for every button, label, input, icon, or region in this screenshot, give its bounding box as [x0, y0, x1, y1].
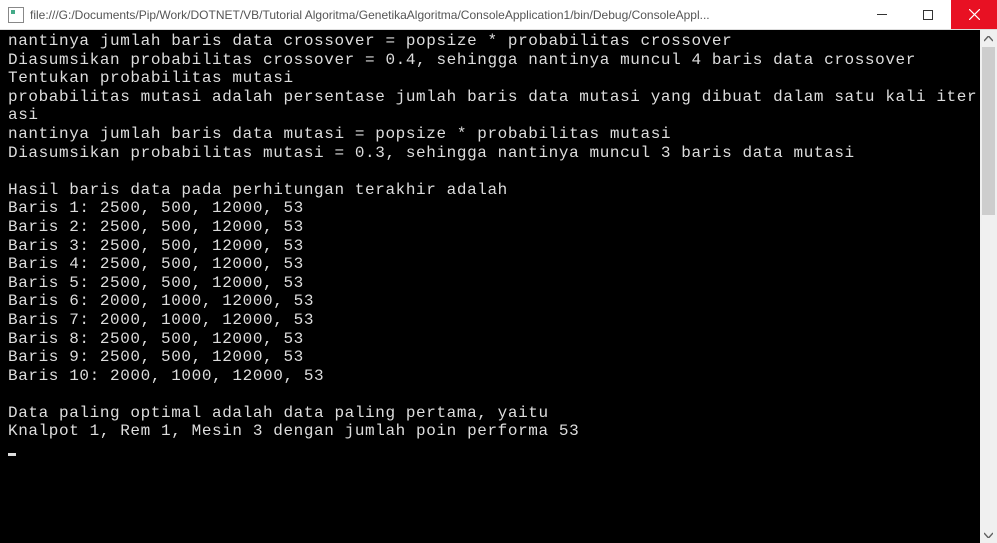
- app-icon: [8, 7, 24, 23]
- chevron-up-icon: [984, 36, 993, 42]
- close-button[interactable]: [951, 0, 997, 29]
- scroll-thumb[interactable]: [982, 47, 995, 215]
- maximize-icon: [923, 10, 933, 20]
- window-controls: [859, 0, 997, 29]
- console-area: nantinya jumlah baris data crossover = p…: [0, 30, 997, 543]
- scroll-down-arrow[interactable]: [980, 526, 997, 543]
- minimize-icon: [877, 10, 887, 20]
- titlebar: file:///G:/Documents/Pip/Work/DOTNET/VB/…: [0, 0, 997, 30]
- cursor: [8, 453, 16, 456]
- chevron-down-icon: [984, 532, 993, 538]
- minimize-button[interactable]: [859, 0, 905, 29]
- window-title: file:///G:/Documents/Pip/Work/DOTNET/VB/…: [30, 8, 859, 22]
- scroll-track[interactable]: [980, 47, 997, 526]
- console-output: nantinya jumlah baris data crossover = p…: [0, 30, 980, 543]
- scroll-up-arrow[interactable]: [980, 30, 997, 47]
- close-icon: [969, 9, 980, 20]
- maximize-button[interactable]: [905, 0, 951, 29]
- vertical-scrollbar[interactable]: [980, 30, 997, 543]
